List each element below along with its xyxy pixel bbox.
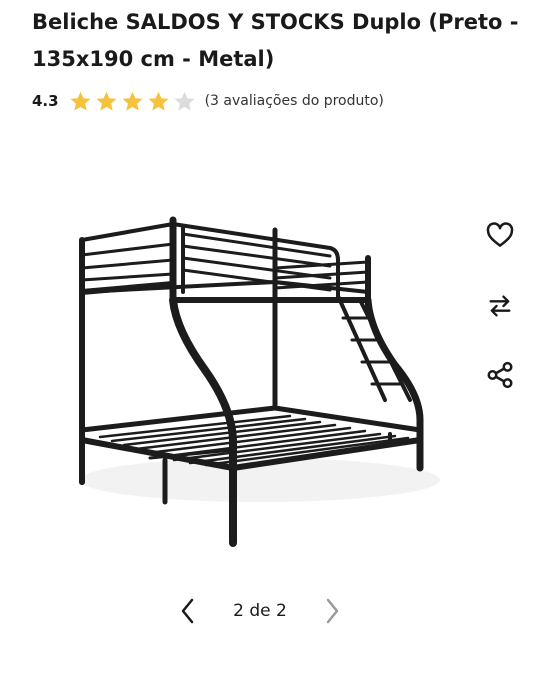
chevron-left-icon <box>181 598 194 624</box>
product-title: Beliche SALDOS Y STOCKS Duplo (Preto - 1… <box>32 10 519 71</box>
star-filled-icon <box>70 91 91 111</box>
swap-arrows-icon <box>489 295 511 317</box>
heart-icon <box>486 222 514 247</box>
product-image[interactable] <box>60 195 460 555</box>
product-rating[interactable]: 4.3 (3 avaliações do produto) <box>32 88 384 114</box>
rating-score: 4.3 <box>32 92 59 110</box>
star-filled-icon <box>122 91 143 111</box>
rating-count[interactable]: (3 avaliações do produto) <box>205 93 384 109</box>
chevron-right-icon <box>326 598 339 624</box>
previous-image-button[interactable] <box>171 594 205 628</box>
gallery-pager: 2 de 2 <box>160 592 360 630</box>
star-empty-icon <box>174 91 195 111</box>
next-image-button[interactable] <box>315 594 349 628</box>
star-filled-icon <box>96 91 117 111</box>
star-filled-icon <box>148 91 169 111</box>
rating-stars <box>69 90 199 113</box>
share-icon <box>487 361 513 389</box>
favorite-button[interactable] <box>483 218 517 252</box>
pager-position: 2 de 2 <box>233 601 287 621</box>
compare-button[interactable] <box>483 289 517 323</box>
share-button[interactable] <box>483 358 517 392</box>
